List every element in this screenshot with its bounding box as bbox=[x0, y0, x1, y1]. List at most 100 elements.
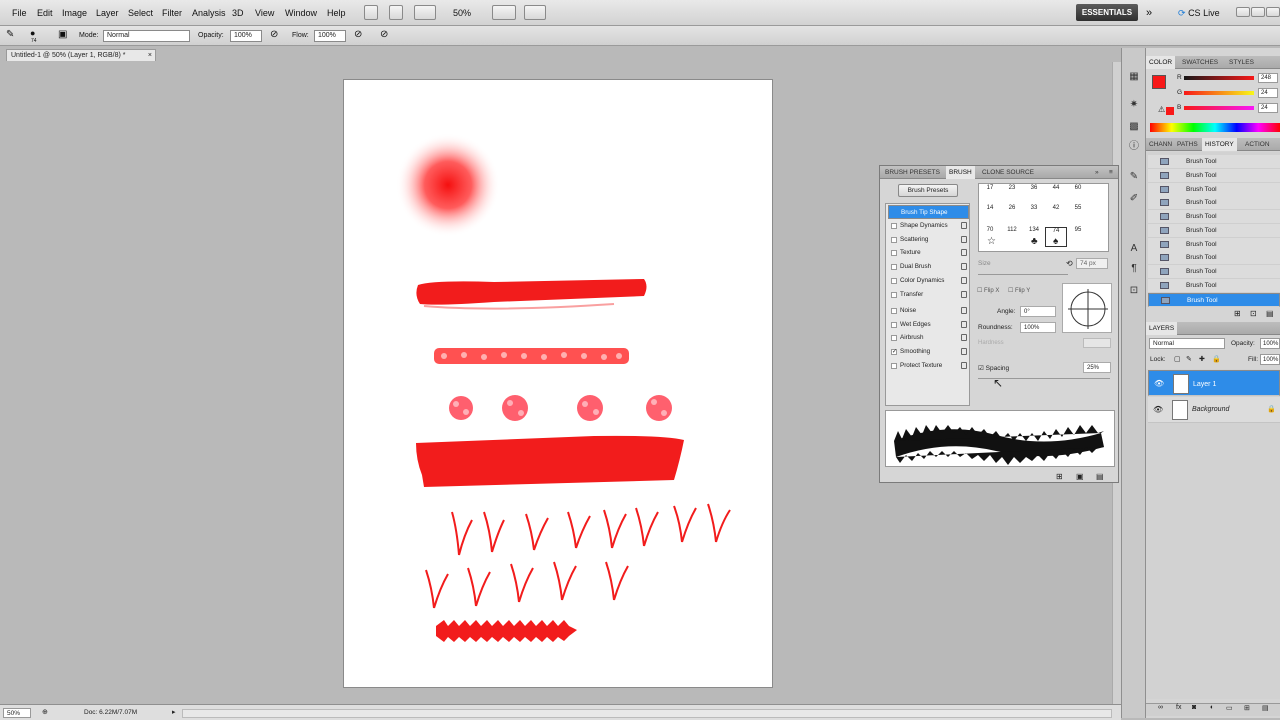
star-tip-icon[interactable]: ☆ bbox=[987, 236, 996, 247]
lock-icon[interactable] bbox=[961, 321, 967, 328]
spacing-input[interactable]: 25% bbox=[1083, 362, 1111, 373]
menu-analysis[interactable]: Analysis bbox=[192, 8, 226, 18]
option-wet-edges[interactable]: Wet Edges bbox=[888, 318, 969, 332]
add-mask-icon[interactable]: ◙ bbox=[1192, 704, 1196, 711]
delete-state-icon[interactable]: ▤ bbox=[1266, 309, 1274, 318]
r-input[interactable]: 248 bbox=[1258, 73, 1278, 83]
tab-brush[interactable]: BRUSH bbox=[946, 166, 975, 179]
bridge-button[interactable] bbox=[364, 5, 378, 20]
menu-help[interactable]: Help bbox=[327, 8, 346, 18]
tab-paths[interactable]: PATHS bbox=[1174, 138, 1201, 151]
layer-opacity-input[interactable]: 100% bbox=[1260, 338, 1280, 349]
flip-y-checkbox[interactable]: ☐ Flip Y bbox=[1008, 287, 1030, 294]
delete-icon[interactable]: ▤ bbox=[1096, 472, 1104, 481]
tab-history[interactable]: HISTORY bbox=[1202, 138, 1237, 151]
history-panel-icon[interactable]: ▦ bbox=[1127, 70, 1141, 84]
minibridge-button[interactable] bbox=[389, 5, 403, 20]
roundness-input[interactable]: 100% bbox=[1020, 322, 1056, 333]
status-info-icon[interactable]: ⊕ bbox=[42, 708, 48, 716]
lock-icon[interactable] bbox=[961, 362, 967, 369]
close-button[interactable] bbox=[1266, 7, 1280, 17]
menu-image[interactable]: Image bbox=[62, 8, 87, 18]
tab-brush-presets[interactable]: BRUSH PRESETS bbox=[882, 166, 943, 179]
mode-select[interactable]: Normal bbox=[103, 30, 190, 42]
status-menu-icon[interactable]: ▸ bbox=[172, 708, 176, 716]
tip-44[interactable]: 44 bbox=[1045, 185, 1067, 205]
history-item[interactable]: Brush Tool bbox=[1148, 224, 1280, 238]
lock-icon[interactable] bbox=[961, 222, 967, 229]
maximize-button[interactable] bbox=[1251, 7, 1265, 17]
brush-tip-grid[interactable]: 17 23 36 44 60 14 26 33 42 55 70 112 134… bbox=[978, 183, 1109, 252]
tip-55[interactable]: 55 bbox=[1067, 205, 1089, 225]
create-new-brush-icon[interactable]: ⊞ bbox=[1056, 472, 1063, 481]
option-texture[interactable]: Texture bbox=[888, 246, 969, 260]
menu-view[interactable]: View bbox=[255, 8, 274, 18]
brush-presets-icon[interactable]: ✐ bbox=[1127, 192, 1141, 206]
history-item[interactable]: Brush Tool bbox=[1148, 169, 1280, 183]
option-transfer[interactable]: Transfer bbox=[888, 288, 969, 302]
lock-icon[interactable] bbox=[961, 236, 967, 243]
tab-swatches[interactable]: SWATCHES bbox=[1179, 56, 1221, 69]
g-input[interactable]: 24 bbox=[1258, 88, 1278, 98]
tab-color[interactable]: COLOR bbox=[1146, 56, 1176, 69]
link-layers-icon[interactable]: ∞ bbox=[1158, 704, 1163, 711]
history-item[interactable]: Brush Tool bbox=[1148, 238, 1280, 252]
brush-panel-icon[interactable]: ✎ bbox=[1127, 170, 1141, 184]
angle-input[interactable]: 0° bbox=[1020, 306, 1056, 317]
tip-33[interactable]: 33 bbox=[1023, 205, 1045, 225]
paragraph-panel-icon[interactable]: ¶ bbox=[1127, 262, 1141, 276]
eye-icon[interactable]: 👁 bbox=[1154, 379, 1164, 389]
menu-3d[interactable]: 3D bbox=[232, 8, 244, 18]
zoom-readout[interactable]: 50% bbox=[453, 8, 471, 18]
option-smoothing[interactable]: ✓ Smoothing bbox=[888, 345, 969, 359]
size-slider[interactable] bbox=[978, 274, 1068, 275]
menu-window[interactable]: Window bbox=[285, 8, 317, 18]
brush-panel-toggle-icon[interactable]: ▣ bbox=[58, 29, 67, 40]
panel-menu-icon[interactable]: ≡ bbox=[1106, 166, 1116, 179]
lock-icon[interactable] bbox=[961, 307, 967, 314]
menu-layer[interactable]: Layer bbox=[96, 8, 119, 18]
tab-styles[interactable]: STYLES bbox=[1226, 56, 1257, 69]
document-canvas[interactable] bbox=[344, 80, 772, 687]
history-item[interactable]: Brush Tool bbox=[1148, 210, 1280, 224]
option-noise[interactable]: Noise bbox=[888, 304, 969, 318]
menu-file[interactable]: File bbox=[12, 8, 27, 18]
history-item[interactable]: Brush Tool bbox=[1148, 265, 1280, 279]
option-color-dynamics[interactable]: Color Dynamics bbox=[888, 274, 969, 288]
history-item[interactable]: Brush Tool bbox=[1148, 279, 1280, 293]
tab-clone-source[interactable]: CLONE SOURCE bbox=[979, 166, 1037, 179]
spacing-checkbox[interactable]: ☑ Spacing bbox=[978, 364, 1009, 372]
option-airbrush[interactable]: Airbrush bbox=[888, 331, 969, 345]
tab-layers[interactable]: LAYERS bbox=[1146, 322, 1178, 335]
screen-mode-button[interactable] bbox=[492, 5, 516, 20]
minimize-button[interactable] bbox=[1236, 7, 1250, 17]
color-spectrum-ramp[interactable] bbox=[1150, 123, 1280, 132]
flip-x-checkbox[interactable]: ☐ Flip X bbox=[977, 287, 999, 294]
extras-button[interactable] bbox=[524, 5, 546, 20]
layer-style-icon[interactable]: fx bbox=[1176, 704, 1181, 711]
angle-roundness-widget[interactable] bbox=[1062, 283, 1112, 333]
new-document-from-state-icon[interactable]: ⊞ bbox=[1234, 309, 1241, 318]
new-preset-icon[interactable]: ▣ bbox=[1076, 472, 1084, 481]
adjustment-layer-icon[interactable]: ◐ bbox=[1210, 704, 1214, 711]
history-item-current[interactable]: Brush Tool bbox=[1148, 293, 1280, 307]
menu-edit[interactable]: Edit bbox=[37, 8, 53, 18]
workspace-essentials-button[interactable]: ESSENTIALS bbox=[1076, 4, 1138, 21]
character-panel-icon[interactable]: A bbox=[1127, 242, 1141, 256]
size-input[interactable]: 74 px bbox=[1076, 258, 1108, 269]
tip-95[interactable]: 95 bbox=[1067, 227, 1089, 247]
foreground-color-swatch[interactable] bbox=[1152, 75, 1166, 89]
pressure-opacity-icon[interactable]: ⊘ bbox=[270, 29, 278, 40]
layer-row[interactable]: 👁 Layer 1 bbox=[1148, 370, 1280, 396]
eye-icon[interactable]: 👁 bbox=[1153, 405, 1163, 414]
brush-tool-icon[interactable]: ✎ bbox=[6, 29, 14, 40]
close-tab-icon[interactable]: × bbox=[148, 50, 152, 61]
option-brush-tip-shape[interactable]: Brush Tip Shape bbox=[888, 205, 969, 219]
navigator-panel-icon[interactable]: ✷ bbox=[1127, 98, 1141, 112]
flow-input[interactable]: 100% bbox=[314, 30, 346, 42]
brush-presets-button[interactable]: Brush Presets bbox=[898, 184, 958, 197]
new-group-icon[interactable]: ▭ bbox=[1226, 704, 1233, 712]
r-slider[interactable] bbox=[1184, 76, 1254, 80]
tip-17[interactable]: 17 bbox=[979, 185, 1001, 205]
layer-row[interactable]: 👁 Background 🔒 bbox=[1148, 397, 1280, 423]
